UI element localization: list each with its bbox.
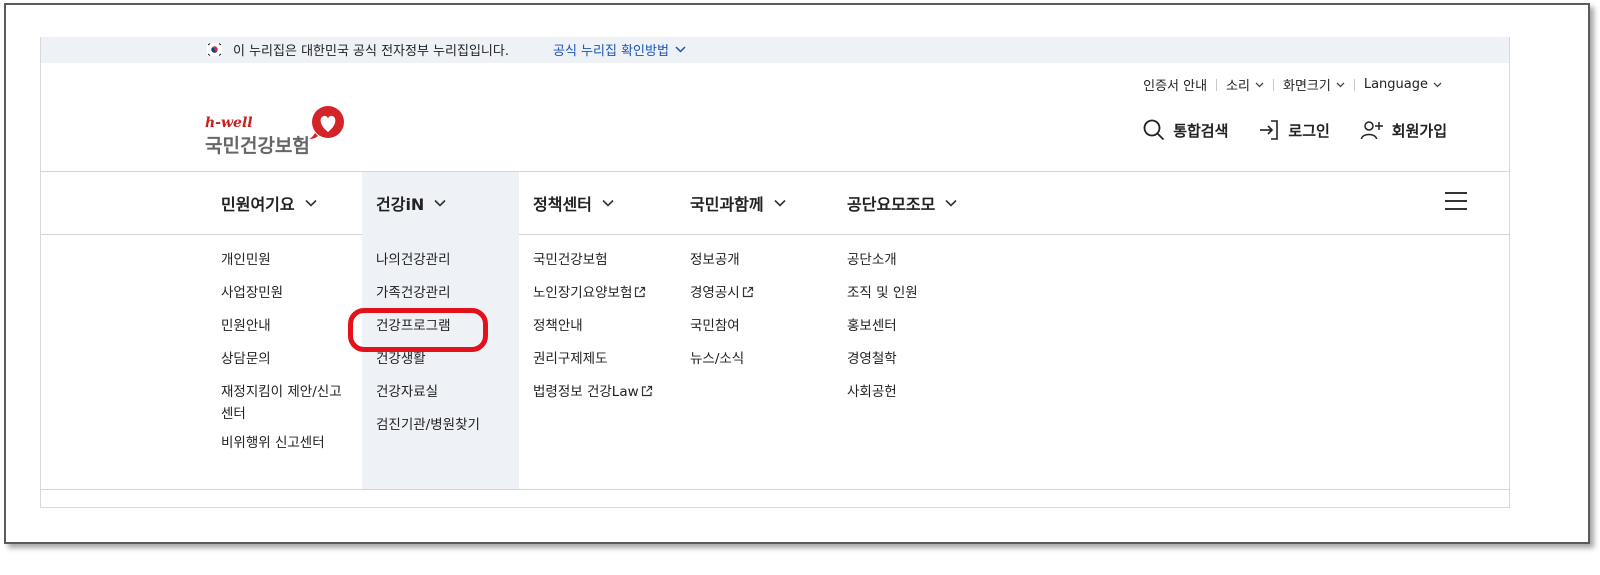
submenu-item[interactable]: 재정지킴이 제안/신고센터 xyxy=(221,381,362,425)
submenu-item[interactable]: 건강자료실 xyxy=(376,384,519,401)
nav-health-in[interactable]: 건강iN xyxy=(362,172,519,234)
chevron-down-icon xyxy=(945,199,957,207)
login-button-label: 로그인 xyxy=(1288,121,1330,140)
submenu-about-corp: 공단소개 조직 및 인원 홍보센터 경영철학 사회공헌 xyxy=(833,234,1003,489)
header-actions: 통합검색 로그인 회원가입 xyxy=(1143,119,1447,141)
chevron-down-icon xyxy=(1336,82,1345,87)
gov-banner-text: 이 누리집은 대한민국 공식 전자정부 누리집입니다. xyxy=(233,44,509,59)
nav-with-citizens[interactable]: 국민과함께 xyxy=(676,172,833,234)
submenu-item[interactable]: 상담문의 xyxy=(221,351,362,368)
login-button[interactable]: 로그인 xyxy=(1258,119,1330,141)
logo-name: 국민건강보험 xyxy=(205,135,310,157)
logo-tagline: h-well xyxy=(205,115,253,131)
submenu-item[interactable]: 정보공개 xyxy=(690,252,833,269)
gov-banner: 이 누리집은 대한민국 공식 전자정부 누리집입니다. 공식 누리집 확인방법 xyxy=(41,37,1509,63)
submenu-item[interactable]: 홍보센터 xyxy=(847,318,1003,335)
nav-about-corp[interactable]: 공단요모조모 xyxy=(833,172,1003,234)
submenu-item[interactable]: 권리구제제도 xyxy=(533,351,676,368)
submenu-item[interactable]: 뉴스/소식 xyxy=(690,351,833,368)
submenu-item[interactable]: 나의건강관리 xyxy=(376,252,519,269)
nhis-logo[interactable]: h-well 국민건강보험 xyxy=(205,105,355,163)
nav-minwon-label: 민원여기요 xyxy=(221,195,295,214)
submenu-item[interactable]: 국민건강보험 xyxy=(533,252,676,269)
chevron-down-icon xyxy=(434,199,446,207)
submenu-minwon: 개인민원 사업장민원 민원안내 상담문의 재정지킴이 제안/신고센터 비위행위 … xyxy=(207,234,362,489)
submenu-item[interactable]: 경영철학 xyxy=(847,351,1003,368)
gov-verify-link[interactable]: 공식 누리집 확인방법 xyxy=(553,40,686,59)
browser-window: 이 누리집은 대한민국 공식 전자정부 누리집입니다. 공식 누리집 확인방법 … xyxy=(4,3,1590,544)
submenu-health-in: 나의건강관리 가족건강관리 건강프로그램 건강생활 건강자료실 검진기관/병원찾… xyxy=(362,234,519,489)
util-sound[interactable]: 소리 xyxy=(1217,75,1273,94)
util-screen-size[interactable]: 화면크기 xyxy=(1274,75,1354,94)
gov-verify-link-label: 공식 누리집 확인방법 xyxy=(553,44,669,59)
util-language[interactable]: Language xyxy=(1355,77,1451,92)
chevron-down-icon xyxy=(602,199,614,207)
submenu-item[interactable]: 법령정보 건강Law xyxy=(533,384,676,401)
korea-flag-icon xyxy=(207,43,222,56)
nav-about-corp-label: 공단요모조모 xyxy=(847,195,936,214)
signup-button[interactable]: 회원가입 xyxy=(1360,119,1447,141)
submenu-item-health-program[interactable]: 건강프로그램 xyxy=(376,318,519,335)
nav-policy-center-label: 정책센터 xyxy=(533,195,592,214)
nav-with-citizens-label: 국민과함께 xyxy=(690,195,764,214)
search-button[interactable]: 통합검색 xyxy=(1143,119,1228,141)
submenu-item-label: 노인장기요양보험 xyxy=(533,285,633,301)
submenu-item-label: 경영공시 xyxy=(690,285,740,301)
submenu-item-line: 재정지킴이 제안/신고 xyxy=(221,384,342,400)
util-certificate[interactable]: 인증서 안내 xyxy=(1134,75,1216,94)
add-user-icon xyxy=(1360,121,1383,140)
submenu-item[interactable]: 조직 및 인원 xyxy=(847,285,1003,302)
submenu-item[interactable]: 비위행위 신고센터 xyxy=(221,435,362,452)
submenu-item-label: 법령정보 건강Law xyxy=(533,384,639,400)
submenu-item[interactable]: 가족건강관리 xyxy=(376,285,519,302)
nav-minwon[interactable]: 민원여기요 xyxy=(207,172,362,234)
nav-policy-center[interactable]: 정책센터 xyxy=(519,172,676,234)
util-certificate-label: 인증서 안내 xyxy=(1143,79,1208,94)
global-nav: 민원여기요 건강iN 정책센터 국민과함께 공단요모조모 xyxy=(41,171,1509,235)
submenu-item[interactable]: 국민참여 xyxy=(690,318,833,335)
submenu-item[interactable]: 사회공헌 xyxy=(847,384,1003,401)
submenu-item[interactable]: 정책안내 xyxy=(533,318,676,335)
page-content: 이 누리집은 대한민국 공식 전자정부 누리집입니다. 공식 누리집 확인방법 … xyxy=(40,37,1510,508)
submenu-item-line: 센터 xyxy=(221,406,246,422)
external-link-icon xyxy=(641,385,652,397)
divider xyxy=(41,489,1509,490)
submenu-item[interactable]: 건강생활 xyxy=(376,351,519,368)
chevron-down-icon xyxy=(305,199,317,207)
submenu-item[interactable]: 사업장민원 xyxy=(221,285,362,302)
submenu-item[interactable]: 경영공시 xyxy=(690,285,833,302)
external-link-icon xyxy=(742,286,753,298)
login-icon xyxy=(1260,120,1279,140)
submenu-with-citizens: 정보공개 경영공시 국민참여 뉴스/소식 xyxy=(676,234,833,489)
external-link-icon xyxy=(635,286,646,298)
utility-menu: 인증서 안내 소리 화면크기 Language xyxy=(1134,75,1451,94)
nav-health-in-label: 건강iN xyxy=(376,195,425,214)
submenu-item[interactable]: 민원안내 xyxy=(221,318,362,335)
submenu-item[interactable]: 노인장기요양보험 xyxy=(533,285,676,302)
util-screen-size-label: 화면크기 xyxy=(1283,79,1331,94)
chevron-down-icon xyxy=(1433,82,1442,87)
search-button-label: 통합검색 xyxy=(1173,121,1229,140)
menu-icon[interactable] xyxy=(1445,192,1467,210)
submenu-item[interactable]: 공단소개 xyxy=(847,252,1003,269)
util-sound-label: 소리 xyxy=(1226,79,1250,94)
util-language-label: Language xyxy=(1363,77,1428,92)
chevron-down-icon xyxy=(675,46,686,53)
search-icon xyxy=(1143,119,1165,141)
chevron-down-icon xyxy=(1255,82,1264,87)
chevron-down-icon xyxy=(774,199,786,207)
submenu-item[interactable]: 검진기관/병원찾기 xyxy=(376,417,519,434)
signup-button-label: 회원가입 xyxy=(1391,121,1447,140)
heart-logo-icon xyxy=(309,106,344,139)
submenu-policy-center: 국민건강보험 노인장기요양보험 정책안내 권리구제제도 법령정보 건강Law xyxy=(519,234,676,489)
submenu-item[interactable]: 개인민원 xyxy=(221,252,362,269)
